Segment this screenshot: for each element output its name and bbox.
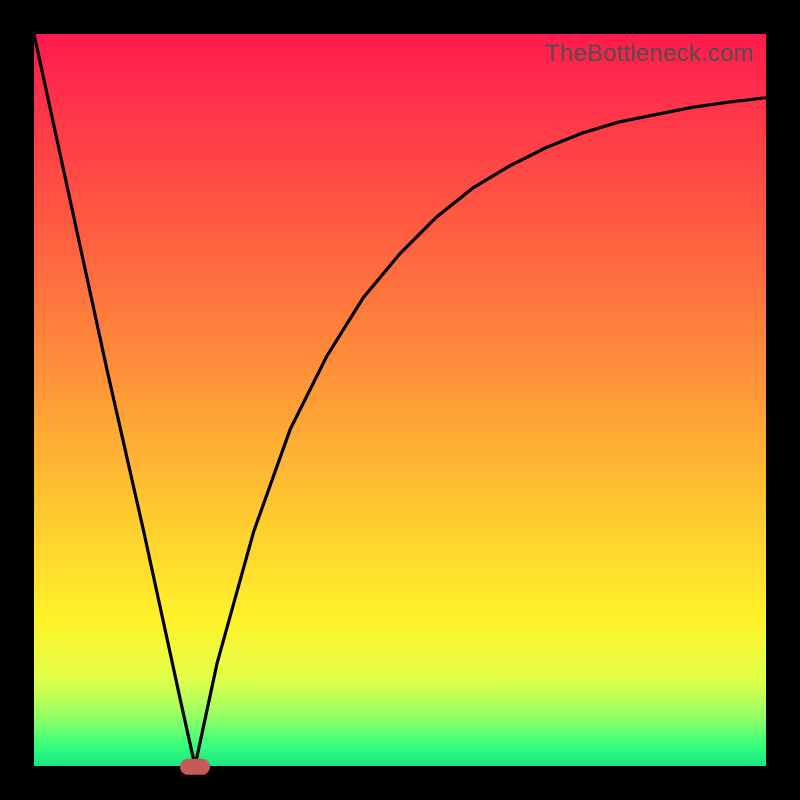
curve-path [34, 34, 766, 766]
bottleneck-curve [34, 34, 766, 766]
plot-area: TheBottleneck.com [34, 34, 766, 766]
optimum-marker [180, 759, 210, 775]
chart-frame: TheBottleneck.com [0, 0, 800, 800]
